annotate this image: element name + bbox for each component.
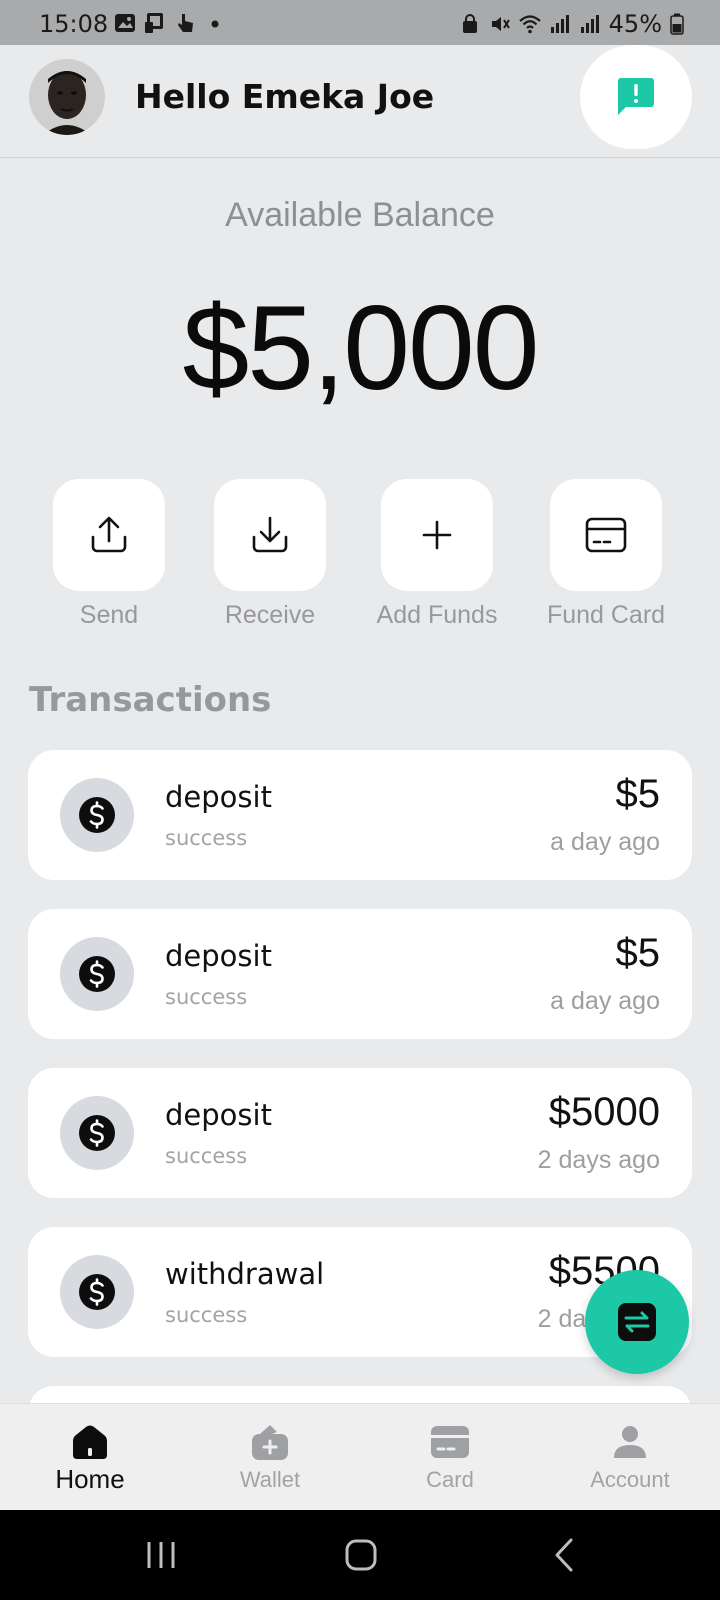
dollar-icon xyxy=(79,1274,115,1310)
receive-button[interactable] xyxy=(214,479,326,591)
upload-icon xyxy=(91,516,127,553)
transfer-fab[interactable] xyxy=(585,1270,689,1374)
transaction-type: deposit xyxy=(165,780,272,814)
wifi-icon xyxy=(518,15,541,34)
dollar-icon xyxy=(79,956,115,992)
transaction-status: success xyxy=(165,1144,248,1168)
nav-item-account[interactable]: Account xyxy=(540,1404,720,1511)
gesture-icon xyxy=(178,14,193,32)
card-icon xyxy=(585,517,627,553)
cast-icon xyxy=(145,13,163,33)
status-right-icons: 45% xyxy=(459,10,684,38)
swap-icon xyxy=(618,1303,656,1341)
transaction-amount: $5 xyxy=(615,772,661,816)
fund-card-action[interactable]: Fund Card xyxy=(541,479,671,630)
transaction-status: success xyxy=(165,985,248,1009)
nav-label-home: Home xyxy=(55,1464,125,1494)
dollar-icon xyxy=(79,1115,115,1151)
greeting-text: Hello Emeka Joe xyxy=(135,77,435,116)
send-label: Send xyxy=(79,601,139,629)
user-icon xyxy=(614,1426,646,1458)
signal-icon xyxy=(550,15,569,33)
system-nav-bar xyxy=(0,1510,720,1600)
nav-label-card: Card xyxy=(426,1467,474,1492)
transaction-type: withdrawal xyxy=(165,1257,325,1291)
receive-label: Receive xyxy=(224,601,316,629)
status-bar: 15:08 45% xyxy=(0,0,720,45)
transaction-time: 2 days ago xyxy=(537,1146,660,1174)
transaction-item[interactable]: deposit success $5 a day ago xyxy=(28,909,692,1039)
add-funds-label: Add Funds xyxy=(376,601,498,629)
nav-item-wallet[interactable]: Wallet xyxy=(180,1404,360,1511)
status-time: 15:08 xyxy=(39,10,109,38)
card-icon xyxy=(431,1426,469,1458)
transaction-type: deposit xyxy=(165,1098,272,1132)
transaction-time: a day ago xyxy=(550,828,660,856)
lock-icon xyxy=(462,14,477,33)
status-left-icons xyxy=(114,12,226,34)
transaction-item-partial[interactable] xyxy=(28,1386,692,1403)
transaction-status: success xyxy=(165,826,248,850)
fund-card-label: Fund Card xyxy=(546,601,666,629)
wallet-icon xyxy=(252,1425,288,1460)
transaction-amount: $5000 xyxy=(548,1090,660,1134)
message-alert-icon xyxy=(618,78,654,115)
transaction-icon-wrap xyxy=(60,1255,134,1329)
avatar[interactable] xyxy=(29,59,105,135)
transactions-title: Transactions xyxy=(29,680,272,720)
mute-icon xyxy=(491,17,510,31)
transaction-icon-wrap xyxy=(60,937,134,1011)
add-funds-button[interactable] xyxy=(381,479,493,591)
battery-percent: 45% xyxy=(608,10,662,38)
send-button[interactable] xyxy=(53,479,165,591)
balance-label: Available Balance xyxy=(225,196,495,234)
nav-label-wallet: Wallet xyxy=(239,1467,301,1492)
transaction-status: success xyxy=(165,1303,248,1327)
recent-apps-icon[interactable] xyxy=(136,1532,186,1578)
nav-item-card[interactable]: Card xyxy=(360,1404,540,1511)
nav-item-home[interactable]: Home xyxy=(0,1404,180,1511)
home-system-icon[interactable] xyxy=(336,1532,386,1578)
transaction-icon-wrap xyxy=(60,778,134,852)
signal-icon xyxy=(580,15,599,33)
transaction-icon-wrap xyxy=(60,1096,134,1170)
avatar-image xyxy=(29,59,105,135)
dollar-icon xyxy=(79,797,115,833)
transaction-amount: $5 xyxy=(615,931,661,975)
transaction-item[interactable]: deposit success $5000 2 days ago xyxy=(28,1068,692,1198)
transaction-type: deposit xyxy=(165,939,272,973)
nav-label-account: Account xyxy=(590,1467,670,1492)
transaction-time: a day ago xyxy=(550,987,660,1015)
home-icon xyxy=(73,1425,107,1459)
add-funds-action[interactable]: Add Funds xyxy=(372,479,502,630)
back-icon[interactable] xyxy=(540,1532,590,1578)
send-action[interactable]: Send xyxy=(44,479,174,630)
download-icon xyxy=(252,516,288,553)
image-icon xyxy=(115,14,135,32)
bottom-nav: Home Wallet Card Account xyxy=(0,1403,720,1510)
transaction-item[interactable]: deposit success $5 a day ago xyxy=(28,750,692,880)
notification-button[interactable] xyxy=(580,45,692,149)
receive-action[interactable]: Receive xyxy=(205,479,335,630)
dot-icon xyxy=(211,20,219,28)
battery-icon xyxy=(670,13,684,35)
fund-card-button[interactable] xyxy=(550,479,662,591)
balance-amount: $5,000 xyxy=(182,281,539,415)
app-header: Hello Emeka Joe xyxy=(0,45,720,158)
plus-icon xyxy=(422,520,452,550)
